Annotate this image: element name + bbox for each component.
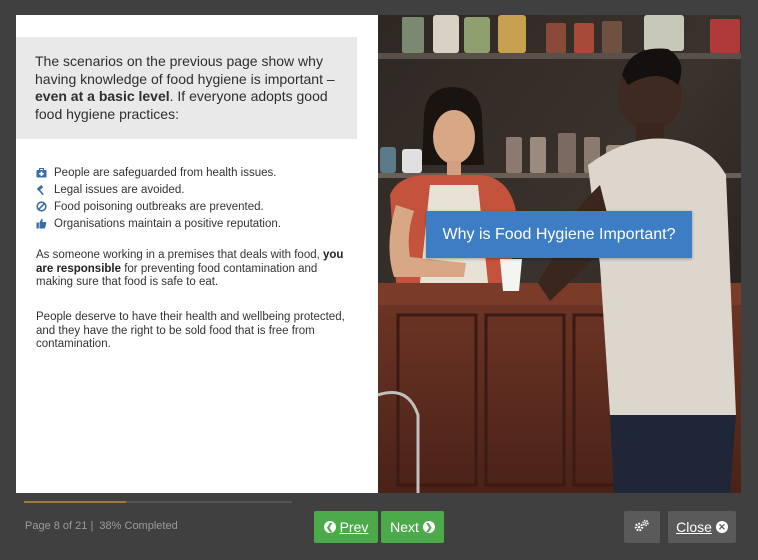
- chevron-right-icon: ❯: [422, 521, 435, 533]
- chevron-left-icon: ❮: [323, 521, 336, 533]
- completion-percent: 38% Completed: [99, 520, 178, 532]
- bullet-text: Organisations maintain a positive reputa…: [54, 217, 281, 230]
- list-item: Legal issues are avoided.: [36, 181, 281, 198]
- settings-button[interactable]: [624, 511, 660, 543]
- close-button[interactable]: Close ✕: [668, 511, 736, 543]
- rights-paragraph: People deserve to have their health and …: [36, 311, 345, 351]
- prev-button[interactable]: ❮ Prev: [314, 511, 378, 543]
- page-counter: Page 8 of 21: [25, 520, 88, 532]
- para-text: As someone working in a premises that de…: [36, 249, 324, 261]
- first-aid-kit-icon: [36, 167, 47, 178]
- list-item: People are safeguarded from health issue…: [36, 164, 281, 181]
- gavel-icon: [36, 184, 47, 195]
- list-item: Food poisoning outbreaks are prevented.: [36, 198, 281, 215]
- list-item: Organisations maintain a positive reputa…: [36, 215, 281, 232]
- thumbs-up-icon: [36, 218, 47, 229]
- next-button[interactable]: Next ❯: [381, 511, 444, 543]
- ban-icon: [36, 201, 47, 212]
- intro-box: The scenarios on the previous page show …: [16, 37, 357, 139]
- text-column: The scenarios on the previous page show …: [16, 15, 378, 493]
- gears-icon: [634, 519, 650, 536]
- progress-info: Page 8 of 21 | 38% Completed: [25, 520, 178, 532]
- title-banner: Why is Food Hygiene Important?: [426, 211, 692, 258]
- close-label: Close: [676, 519, 712, 535]
- intro-emphasis: even at a basic level: [35, 88, 170, 104]
- responsibility-paragraph: As someone working in a premises that de…: [36, 249, 356, 290]
- intro-text: The scenarios on the previous page show …: [35, 53, 335, 87]
- next-label: Next: [390, 519, 419, 535]
- progress-bar-fill: [24, 501, 126, 503]
- bullet-text: Food poisoning outbreaks are prevented.: [54, 200, 264, 213]
- benefits-list: People are safeguarded from health issue…: [36, 164, 281, 232]
- prev-label: Prev: [339, 519, 369, 535]
- close-icon: ✕: [715, 521, 728, 533]
- bullet-text: Legal issues are avoided.: [54, 183, 185, 196]
- bullet-text: People are safeguarded from health issue…: [54, 166, 277, 179]
- progress-bar: [24, 501, 292, 503]
